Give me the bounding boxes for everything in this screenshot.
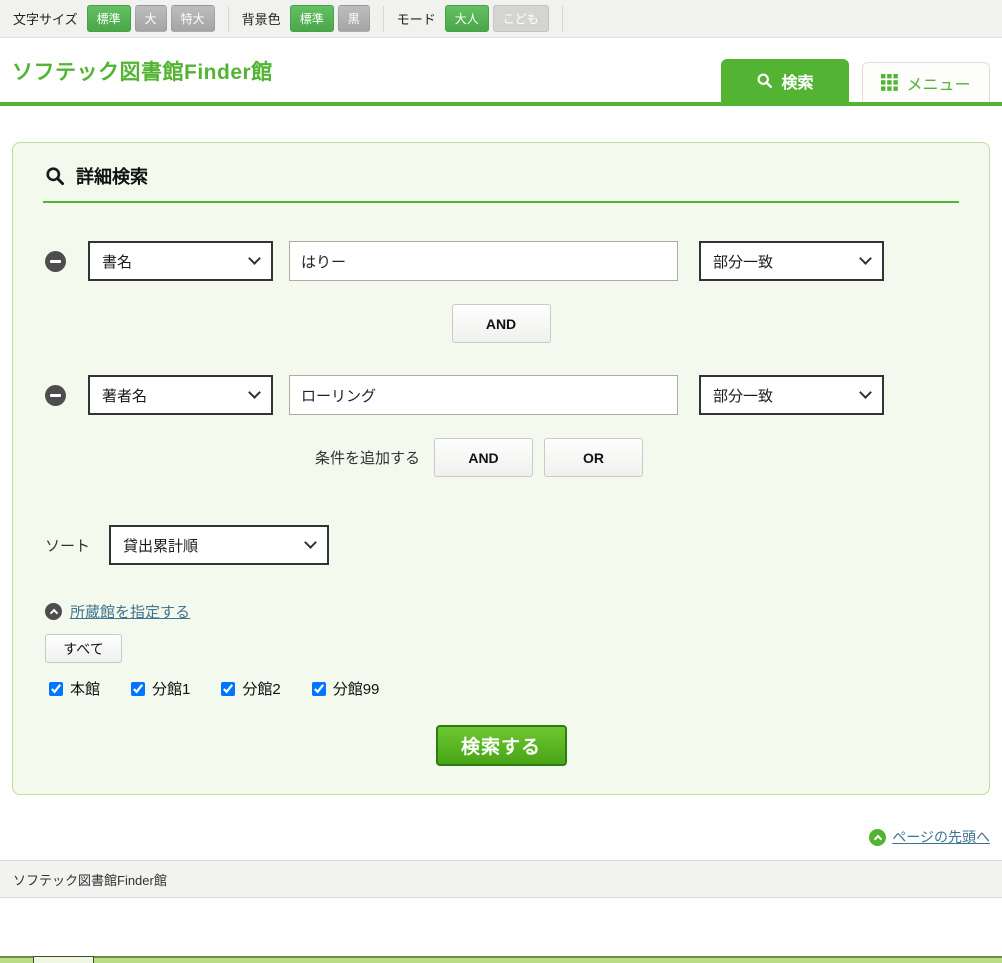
toolbar-divider	[383, 6, 384, 32]
mode-kids-button[interactable]: こども	[493, 5, 549, 32]
bunkan1-label: 分館1	[152, 678, 190, 699]
page-top-link[interactable]: ページの先頭へ	[892, 827, 990, 847]
bg-color-black-button[interactable]: 黒	[338, 5, 370, 32]
bunkan99-checkbox[interactable]	[312, 682, 326, 696]
add-condition-or-button[interactable]: OR	[544, 438, 643, 477]
minus-icon	[50, 394, 61, 397]
font-size-standard-button[interactable]: 標準	[87, 5, 131, 32]
match-select-1[interactable]: 部分一致	[699, 241, 884, 281]
search-submit-button[interactable]: 検索する	[436, 725, 567, 766]
honkan-checkbox[interactable]	[49, 682, 63, 696]
mode-label: モード	[397, 9, 436, 28]
chevron-down-icon	[859, 252, 872, 265]
library-checkbox-bunkan2[interactable]: 分館2	[221, 678, 280, 699]
bunkan2-checkbox[interactable]	[221, 682, 235, 696]
advanced-search-panel: 詳細検索 書名 部分一致 AND 著者名	[12, 142, 990, 795]
select-all-libraries-button[interactable]: すべて	[45, 634, 122, 663]
search-icon	[756, 72, 773, 89]
chevron-down-icon	[304, 536, 317, 549]
bg-color-standard-button[interactable]: 標準	[290, 5, 334, 32]
condition-row-1: 書名 部分一致	[45, 241, 971, 281]
add-condition-row: 条件を追加する AND OR	[9, 438, 949, 477]
tab-search-label: 検索	[781, 69, 813, 93]
bg-color-label: 背景色	[242, 9, 281, 28]
honkan-label: 本館	[70, 678, 100, 699]
search-icon	[45, 166, 65, 186]
keyword-input-2[interactable]	[289, 375, 678, 415]
toolbar-divider	[562, 6, 563, 32]
library-checkbox-row: 本館 分館1 分館2 分館99	[49, 678, 971, 699]
library-checkbox-bunkan1[interactable]: 分館1	[131, 678, 190, 699]
panel-title: 詳細検索	[76, 163, 148, 189]
sort-label: ソート	[45, 535, 90, 556]
header-tabs: 検索 メニュー	[721, 59, 990, 102]
field-select-1-value: 書名	[102, 251, 132, 272]
tab-menu-label: メニュー	[906, 71, 970, 95]
chevron-down-icon	[248, 386, 261, 399]
bunkan1-checkbox[interactable]	[131, 682, 145, 696]
sort-row: ソート 貸出累計順	[45, 525, 971, 565]
page-footer: ソフテック図書館Finder館	[0, 860, 1002, 898]
chevron-down-icon	[248, 252, 261, 265]
add-condition-label: 条件を追加する	[315, 447, 420, 468]
match-select-1-value: 部分一致	[713, 251, 773, 272]
font-size-large-button[interactable]: 大	[135, 5, 167, 32]
match-select-2-value: 部分一致	[713, 385, 773, 406]
font-size-xlarge-button[interactable]: 特大	[171, 5, 215, 32]
main-content: 詳細検索 書名 部分一致 AND 著者名	[0, 106, 1002, 795]
field-select-1[interactable]: 書名	[88, 241, 273, 281]
chevron-down-icon	[859, 386, 872, 399]
library-checkbox-honkan[interactable]: 本館	[49, 678, 100, 699]
site-title: ソフテック図書館Finder館	[12, 56, 273, 86]
condition-row-2: 著者名 部分一致	[45, 375, 971, 415]
all-button-row: すべて	[45, 634, 971, 663]
mode-adult-button[interactable]: 大人	[445, 5, 489, 32]
connector-and-button[interactable]: AND	[452, 304, 551, 343]
keyword-input-1[interactable]	[289, 241, 678, 281]
taskbar-button-edge	[33, 956, 94, 963]
library-checkbox-bunkan99[interactable]: 分館99	[312, 678, 380, 699]
page-top-row: ページの先頭へ	[0, 795, 1002, 847]
field-select-2-value: 著者名	[102, 385, 147, 406]
accessibility-toolbar: 文字サイズ 標準 大 特大 背景色 標準 黒 モード 大人 こども	[0, 0, 1002, 38]
minus-icon	[50, 260, 61, 263]
site-header: ソフテック図書館Finder館 検索 メニュー	[0, 38, 1002, 102]
collapse-up-icon	[45, 603, 62, 620]
connector-row: AND	[31, 304, 971, 343]
add-condition-and-button[interactable]: AND	[434, 438, 533, 477]
panel-title-row: 詳細検索	[45, 163, 971, 189]
submit-row: 検索する	[31, 725, 971, 766]
tab-menu[interactable]: メニュー	[862, 62, 990, 102]
remove-condition-2-button[interactable]	[45, 385, 66, 406]
tab-search[interactable]: 検索	[721, 59, 849, 102]
bunkan2-label: 分館2	[242, 678, 280, 699]
grid-icon	[881, 74, 898, 91]
field-select-2[interactable]: 著者名	[88, 375, 273, 415]
specify-holdings-link[interactable]: 所蔵館を指定する	[70, 601, 190, 622]
taskbar-edge	[0, 956, 1002, 963]
panel-title-rule	[43, 201, 959, 203]
sort-select[interactable]: 貸出累計順	[109, 525, 329, 565]
font-size-label: 文字サイズ	[13, 9, 78, 28]
page-top-up-icon	[869, 829, 886, 846]
toolbar-divider	[228, 6, 229, 32]
match-select-2[interactable]: 部分一致	[699, 375, 884, 415]
holdings-link-row: 所蔵館を指定する	[45, 601, 971, 622]
footer-site-name: ソフテック図書館Finder館	[13, 870, 167, 889]
remove-condition-1-button[interactable]	[45, 251, 66, 272]
sort-select-value: 貸出累計順	[123, 535, 198, 556]
bunkan99-label: 分館99	[333, 678, 380, 699]
